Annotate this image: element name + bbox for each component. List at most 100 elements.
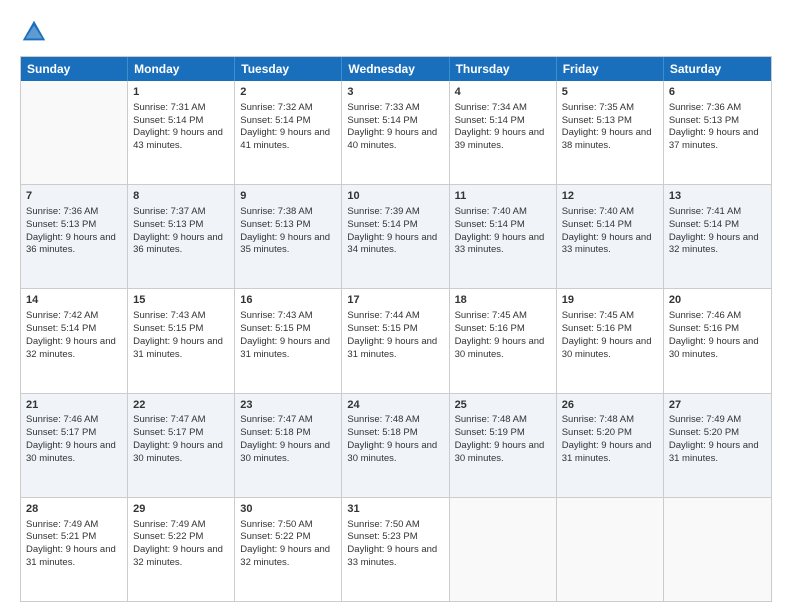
sunset-text: Sunset: 5:21 PM — [26, 531, 96, 542]
sunset-text: Sunset: 5:17 PM — [26, 427, 96, 438]
sunset-text: Sunset: 5:14 PM — [347, 219, 417, 230]
calendar-cell: 16Sunrise: 7:43 AMSunset: 5:15 PMDayligh… — [235, 289, 342, 392]
sunset-text: Sunset: 5:13 PM — [133, 219, 203, 230]
calendar-row-3: 21Sunrise: 7:46 AM Sunset: 5:17 PM Dayligh… — [21, 393, 771, 497]
sunset-text: Sunset: 5:20 PM — [562, 427, 632, 438]
sunset-text: Sunset: 5:16 PM — [669, 323, 739, 334]
calendar-cell: 3Sunrise: 7:33 AMSunset: 5:14 PMDaylight… — [342, 81, 449, 184]
sunrise-text: Sunrise: 7:49 AM — [26, 519, 98, 530]
sunset-text: Sunset: 5:23 PM — [347, 531, 417, 542]
calendar-cell — [557, 498, 664, 601]
daylight-text: Daylight: 9 hours and 36 minutes. — [26, 232, 116, 256]
sunset-text: Sunset: 5:14 PM — [347, 115, 417, 126]
day-number: 9 — [240, 189, 336, 204]
sunrise-text: Sunrise: 7:32 AM — [240, 102, 312, 113]
calendar-cell: 2Sunrise: 7:32 AMSunset: 5:14 PMDaylight… — [235, 81, 342, 184]
sunrise-text: Sunrise: 7:31 AM — [133, 102, 205, 113]
daylight-text: Daylight: 9 hours and 30 minutes. — [669, 336, 759, 360]
calendar-cell: 11Sunrise: 7:40 AMSunset: 5:14 PMDayligh… — [450, 185, 557, 288]
sunrise-text: Sunrise: 7:33 AM — [347, 102, 419, 113]
weekday-header-wednesday: Wednesday — [342, 57, 449, 81]
day-number: 11 — [455, 189, 551, 204]
day-number: 21 — [26, 398, 122, 413]
daylight-text: Daylight: 9 hours and 33 minutes. — [455, 232, 545, 256]
day-number: 27 — [669, 398, 766, 413]
sunrise-text: Sunrise: 7:47 AM — [240, 414, 312, 425]
sunset-text: Sunset: 5:13 PM — [240, 219, 310, 230]
day-number: 17 — [347, 293, 443, 308]
sunset-text: Sunset: 5:16 PM — [562, 323, 632, 334]
weekday-header-monday: Monday — [128, 57, 235, 81]
calendar-page: SundayMondayTuesdayWednesdayThursdayFrid… — [0, 0, 792, 612]
day-number: 15 — [133, 293, 229, 308]
sunset-text: Sunset: 5:14 PM — [669, 219, 739, 230]
calendar-cell — [21, 81, 128, 184]
calendar-cell: 17Sunrise: 7:44 AMSunset: 5:15 PMDayligh… — [342, 289, 449, 392]
day-number: 16 — [240, 293, 336, 308]
daylight-text: Daylight: 9 hours and 39 minutes. — [455, 127, 545, 151]
daylight-text: Daylight: 9 hours and 32 minutes. — [26, 336, 116, 360]
day-number: 23 — [240, 398, 336, 413]
day-number: 24 — [347, 398, 443, 413]
day-number: 4 — [455, 85, 551, 100]
sunrise-text: Sunrise: 7:40 AM — [455, 206, 527, 217]
sunrise-text: Sunrise: 7:46 AM — [26, 414, 98, 425]
day-number: 13 — [669, 189, 766, 204]
daylight-text: Daylight: 9 hours and 30 minutes. — [133, 440, 223, 464]
day-number: 6 — [669, 85, 766, 100]
sunrise-text: Sunrise: 7:45 AM — [562, 310, 634, 321]
sunrise-text: Sunrise: 7:37 AM — [133, 206, 205, 217]
sunset-text: Sunset: 5:14 PM — [26, 323, 96, 334]
sunset-text: Sunset: 5:20 PM — [669, 427, 739, 438]
sunrise-text: Sunrise: 7:43 AM — [240, 310, 312, 321]
sunrise-text: Sunrise: 7:50 AM — [240, 519, 312, 530]
day-number: 28 — [26, 502, 122, 517]
calendar-row-0: 1 Sunrise: 7:31 AM Sunset: 5:14 PM Daylight… — [21, 81, 771, 184]
day-number: 5 — [562, 85, 658, 100]
sunrise-text: Sunrise: 7:48 AM — [347, 414, 419, 425]
day-number: 1 — [133, 85, 229, 100]
page-header — [20, 18, 772, 46]
sunset-text: Sunset: 5:15 PM — [133, 323, 203, 334]
calendar-cell: 6Sunrise: 7:36 AMSunset: 5:13 PMDaylight… — [664, 81, 771, 184]
sunrise-text: Sunrise: 7:38 AM — [240, 206, 312, 217]
sunset-text: Sunset: 5:22 PM — [240, 531, 310, 542]
sunrise-text: Sunrise: 7:46 AM — [669, 310, 741, 321]
sunrise-text: Sunrise: 7:50 AM — [347, 519, 419, 530]
sunrise-text: Sunrise: 7:47 AM — [133, 414, 205, 425]
day-number: 12 — [562, 189, 658, 204]
calendar-cell — [450, 498, 557, 601]
daylight-text: Daylight: 9 hours and 31 minutes. — [26, 544, 116, 568]
day-number: 18 — [455, 293, 551, 308]
calendar-cell: 30Sunrise: 7:50 AMSunset: 5:22 PMDayligh… — [235, 498, 342, 601]
calendar-cell: 19Sunrise: 7:45 AMSunset: 5:16 PMDayligh… — [557, 289, 664, 392]
daylight-text: Daylight: 9 hours and 32 minutes. — [133, 544, 223, 568]
calendar-cell: 21Sunrise: 7:46 AMSunset: 5:17 PMDayligh… — [21, 394, 128, 497]
calendar-row-4: 28 Sunrise: 7:49 AMSunset: 5:21 PM Dayligh… — [21, 497, 771, 601]
sunrise-text: Sunrise: 7:43 AM — [133, 310, 205, 321]
daylight-text: Daylight: 9 hours and 41 minutes. — [240, 127, 330, 151]
sunset-text: Sunset: 5:15 PM — [347, 323, 417, 334]
calendar-cell: 24Sunrise: 7:48 AMSunset: 5:18 PMDayligh… — [342, 394, 449, 497]
daylight-text: Daylight: 9 hours and 30 minutes. — [562, 336, 652, 360]
sunrise-text: Sunrise: 7:36 AM — [669, 102, 741, 113]
calendar-cell: 28 Sunrise: 7:49 AMSunset: 5:21 PM Dayligh… — [21, 498, 128, 601]
sunrise-text: Sunrise: 7:42 AM — [26, 310, 98, 321]
calendar-cell: 31Sunrise: 7:50 AMSunset: 5:23 PMDayligh… — [342, 498, 449, 601]
daylight-text: Daylight: 9 hours and 30 minutes. — [455, 336, 545, 360]
day-number: 26 — [562, 398, 658, 413]
weekday-header-tuesday: Tuesday — [235, 57, 342, 81]
daylight-text: Daylight: 9 hours and 31 minutes. — [562, 440, 652, 464]
day-number: 8 — [133, 189, 229, 204]
calendar-header: SundayMondayTuesdayWednesdayThursdayFrid… — [21, 57, 771, 81]
daylight-text: Daylight: 9 hours and 32 minutes. — [669, 232, 759, 256]
calendar-cell: 7Sunrise: 7:36 AMSunset: 5:13 PMDaylight… — [21, 185, 128, 288]
daylight-text: Daylight: 9 hours and 37 minutes. — [669, 127, 759, 151]
calendar-cell: 25Sunrise: 7:48 AMSunset: 5:19 PMDayligh… — [450, 394, 557, 497]
day-number: 29 — [133, 502, 229, 517]
daylight-text: Daylight: 9 hours and 34 minutes. — [347, 232, 437, 256]
sunset-text: Sunset: 5:18 PM — [347, 427, 417, 438]
sunset-text: Sunset: 5:19 PM — [455, 427, 525, 438]
weekday-header-saturday: Saturday — [664, 57, 771, 81]
day-number: 22 — [133, 398, 229, 413]
